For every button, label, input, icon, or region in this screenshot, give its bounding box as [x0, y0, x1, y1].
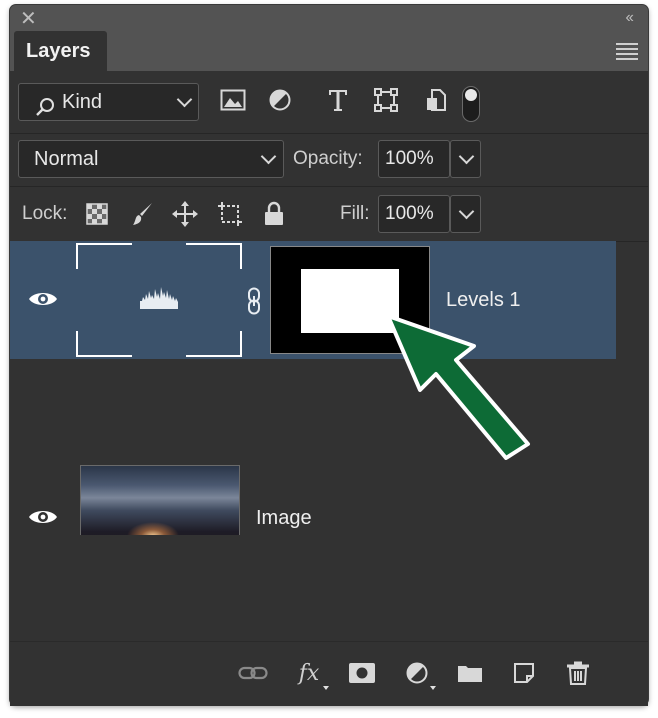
lock-transparency-icon[interactable] [82, 187, 112, 241]
opacity-value: 100% [385, 148, 434, 169]
layer-name[interactable]: Levels 1 [446, 289, 521, 312]
new-layer-icon[interactable] [507, 656, 541, 690]
lock-label: Lock: [22, 203, 68, 224]
new-adjustment-layer-icon[interactable] [400, 656, 434, 690]
search-icon [35, 93, 55, 116]
fill-label: Fill: [340, 203, 370, 224]
layers-panel: ✕ ‹‹ Layers Kind Normal Opacity: 100% Lo… [10, 5, 648, 706]
adjustment-menu-indicator [430, 686, 436, 690]
opacity-input[interactable]: 100% [378, 140, 450, 178]
lock-image-pixels-icon[interactable] [128, 187, 158, 241]
adjustment-thumbnail[interactable] [76, 243, 242, 357]
opacity-dropdown-button[interactable] [450, 140, 481, 178]
thumbnail-corner [186, 331, 242, 357]
lock-row: Lock: Fill: 100% [10, 187, 648, 242]
visibility-eye-icon[interactable] [28, 507, 58, 527]
fx-icon[interactable]: fx [292, 656, 326, 690]
fill-input[interactable]: 100% [378, 195, 450, 233]
lock-all-icon[interactable] [259, 187, 289, 241]
thumbnail-corner [186, 243, 242, 269]
new-group-icon[interactable] [453, 656, 487, 690]
panel-menu-icon[interactable] [616, 43, 638, 63]
levels-histogram-icon [140, 287, 178, 309]
fill-value: 100% [385, 203, 434, 224]
smart-object-filter-icon[interactable] [421, 83, 451, 117]
chevron-down-icon [458, 148, 475, 165]
blend-row: Normal Opacity: 100% [10, 134, 648, 187]
chevron-down-icon [176, 91, 193, 108]
pixel-filter-icon[interactable] [218, 83, 248, 117]
filter-toggle[interactable] [462, 86, 480, 122]
delete-layer-icon[interactable] [561, 656, 595, 690]
add-mask-icon[interactable] [345, 656, 379, 690]
tab-layers[interactable]: Layers [14, 31, 107, 71]
close-icon[interactable]: ✕ [20, 9, 37, 29]
fill-dropdown-button[interactable] [450, 195, 481, 233]
thumbnail-corner [76, 331, 132, 357]
layers-empty-area [10, 535, 648, 641]
layer-name[interactable]: Image [256, 507, 312, 530]
lock-position-icon[interactable] [170, 187, 200, 241]
type-filter-icon[interactable] [323, 83, 353, 117]
link-layers-icon[interactable] [236, 656, 270, 690]
kind-filter-label: Kind [62, 91, 103, 113]
panel-top-strip: ✕ ‹‹ [10, 5, 648, 31]
visibility-eye-icon[interactable] [28, 289, 58, 309]
panel-footer: fx [10, 641, 648, 706]
chevron-down-icon [260, 148, 277, 165]
link-icon[interactable] [246, 287, 262, 315]
lock-artboard-icon[interactable] [215, 187, 245, 241]
panel-body: Kind Normal Opacity: 100% Lock: Fill: 10… [10, 71, 648, 706]
opacity-label: Opacity: [293, 148, 363, 169]
adjustment-filter-icon[interactable] [265, 83, 295, 117]
blend-mode-dropdown[interactable]: Normal [18, 140, 284, 178]
kind-filter-dropdown[interactable]: Kind [18, 83, 199, 121]
annotation-arrow-icon [386, 314, 530, 460]
thumbnail-corner [76, 243, 132, 269]
filter-row: Kind [10, 71, 648, 134]
fx-menu-indicator [323, 686, 329, 690]
blend-mode-value: Normal [34, 148, 99, 170]
chevron-down-icon [458, 203, 475, 220]
collapse-icon[interactable]: ‹‹ [625, 9, 634, 27]
shape-filter-icon[interactable] [371, 83, 401, 117]
